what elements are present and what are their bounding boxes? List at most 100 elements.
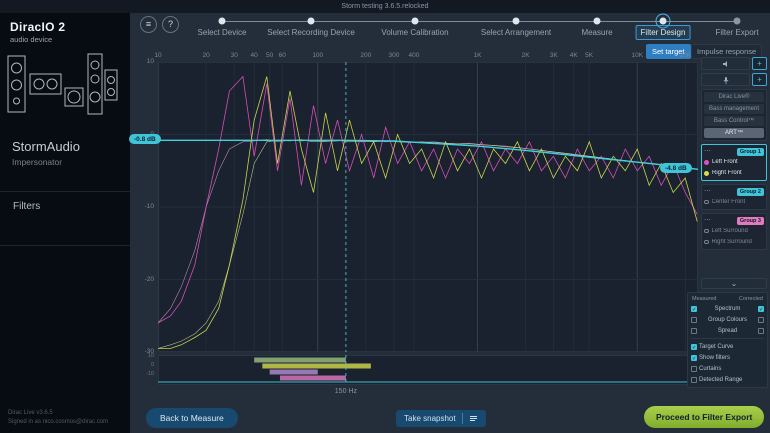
channel-label: Right Front [712,170,742,176]
group-header: ⋯ Group 3 [704,216,764,225]
sidebar-divider [0,245,130,246]
legend-row-group-colours: Group Colours [691,315,764,324]
y-tick--20: -20 [144,275,154,283]
x-tick-50: 50 [266,52,274,59]
checkbox-corrected-spread[interactable] [758,327,764,334]
step-node-measure[interactable] [593,17,601,25]
speaker-config-button[interactable] [701,57,750,70]
channel-left-surround[interactable]: Left Surround [704,226,764,236]
sidebar-item-filters[interactable]: Filters [0,192,130,221]
toggle-label: Detected Range [699,376,743,383]
step-measure[interactable]: Measure [581,28,612,37]
proceed-to-filter-export-button[interactable]: Proceed to Filter Export [644,406,765,428]
channel-dot [704,159,709,165]
legend-divider [691,338,764,339]
group-box-3[interactable]: ⋯ Group 3 Left Surround Right Surround [701,213,767,250]
response-plot[interactable] [158,62,698,352]
add-group-button[interactable]: + [752,57,767,70]
channel-center-front[interactable]: Center Front [704,197,764,207]
display-options-panel: Measured Corrected ✓ Spectrum ✓ Group Colours… [687,292,768,388]
add-channel-button[interactable]: + [752,73,767,86]
checkbox-corrected-spectrum[interactable]: ✓ [758,305,764,313]
take-snapshot-button[interactable]: Take snapshot [396,410,486,427]
menu-button[interactable]: ≡ [140,16,157,33]
channel-right-surround[interactable]: Right Surround [704,237,764,247]
group-menu-icon[interactable]: ⋯ [704,217,711,224]
step-filter-export[interactable]: Filter Export [715,28,758,37]
step-select-arrangement[interactable]: Select Arrangement [481,28,551,37]
channel-right-front[interactable]: Right Front [704,168,764,178]
right-front-measured-curve [158,76,698,349]
mic-icon [723,76,728,84]
group-box-2[interactable]: ⋯ Group 2 Center Front [701,184,767,210]
step-node-select-arrangement[interactable] [512,17,520,25]
left-front-corrected-curve [158,139,698,324]
checkbox-measured-group-colours[interactable] [691,316,697,323]
strip-tick-10: 10 [147,353,154,359]
strip-tick-0: 0 [150,362,154,368]
x-tick-100: 100 [312,52,324,59]
group-badge: Group 2 [736,187,764,196]
checkbox-curtains[interactable] [691,365,697,372]
legend-column-corrected: Corrected [738,296,763,302]
checkbox-measured-spread[interactable] [691,327,697,334]
step-node-filter-design[interactable] [659,17,667,25]
help-button[interactable]: ? [162,16,179,33]
x-tick-3K: 3K [549,52,558,59]
x-tick-60: 60 [278,52,286,59]
snapshot-list-icon [469,416,477,421]
filter-band [254,357,346,363]
step-select-recording-device[interactable]: Select Recording Device [267,28,355,37]
panel-button-row: + [701,73,767,86]
target-handle-right[interactable]: -4.8 dB [660,163,692,174]
group-menu-icon[interactable]: ⋯ [704,148,711,155]
toggle-row-curtains: Curtains [691,364,764,373]
legend-columns: Measured Corrected [691,296,764,302]
x-tick-200: 200 [360,52,372,59]
channel-label: Left Surround [711,228,748,234]
group-menu-icon[interactable]: ⋯ [704,188,711,195]
group-header: ⋯ Group 1 [704,147,764,156]
group-box-1[interactable]: ⋯ Group 1 Left Front Right Front [701,144,767,181]
strip-tick--10: -10 [146,371,154,377]
step-node-volume-calibration[interactable] [411,17,419,25]
help-icon: ? [167,19,173,29]
step-node-select-device[interactable] [218,17,226,25]
x-tick-1K: 1K [473,52,482,59]
chevron-down-icon[interactable]: ⌄ [701,278,767,289]
step-filter-design[interactable]: Filter Design [635,25,691,40]
checkbox-corrected-group-colours[interactable] [758,316,764,323]
modules-list: Dirac Live® Bass management Bass Control™ A… [701,89,767,141]
toggle-row-detected-range: Detected Range [691,375,764,384]
checkbox-show-filters[interactable]: ✓ [691,354,697,362]
hamburger-icon: ≡ [145,19,152,29]
step-node-select-recording-device[interactable] [307,17,315,25]
app-window: Storm testing 3.6.5.relocked DiracIO 2 a… [0,0,770,433]
x-tick-10K: 10K [631,52,644,59]
module-bass-management[interactable]: Bass management [704,104,764,114]
legend-row-spectrum: ✓ Spectrum ✓ [691,304,764,313]
target-handle-left[interactable]: -0.8 dB [129,134,161,145]
x-tick-20: 20 [202,52,210,59]
module-bass-control[interactable]: Bass Control™ [704,116,764,126]
step-node-filter-export[interactable] [733,17,741,25]
step-select-device[interactable]: Select Device [198,28,247,37]
step-volume-calibration[interactable]: Volume Calibration [381,28,448,37]
module-dirac-live[interactable]: Dirac Live® [704,92,764,102]
legend-label: Group Colours [707,316,748,323]
back-to-measure-button[interactable]: Back to Measure [146,408,238,428]
checkbox-measured-spectrum[interactable]: ✓ [691,305,697,313]
module-art[interactable]: ART™ [704,128,764,138]
channel-left-front[interactable]: Left Front [704,157,764,167]
window-titlebar: Storm testing 3.6.5.relocked [0,0,770,13]
filter-band [279,375,346,381]
group-badge: Group 1 [736,147,764,156]
toggle-label: Target Curve [699,343,734,350]
right-panel: + + Dirac Live® Bass management Bass Contr… [701,57,767,289]
x-tick-300: 300 [388,52,400,59]
toggle-row-show-filters: ✓ Show filters [691,353,764,362]
signed-in-as: Signed in as nico.cosmos@dirac.com [8,419,109,426]
checkbox-target-curve[interactable]: ✓ [691,343,697,351]
mic-config-button[interactable] [701,73,750,86]
checkbox-detected-range[interactable] [691,376,697,383]
